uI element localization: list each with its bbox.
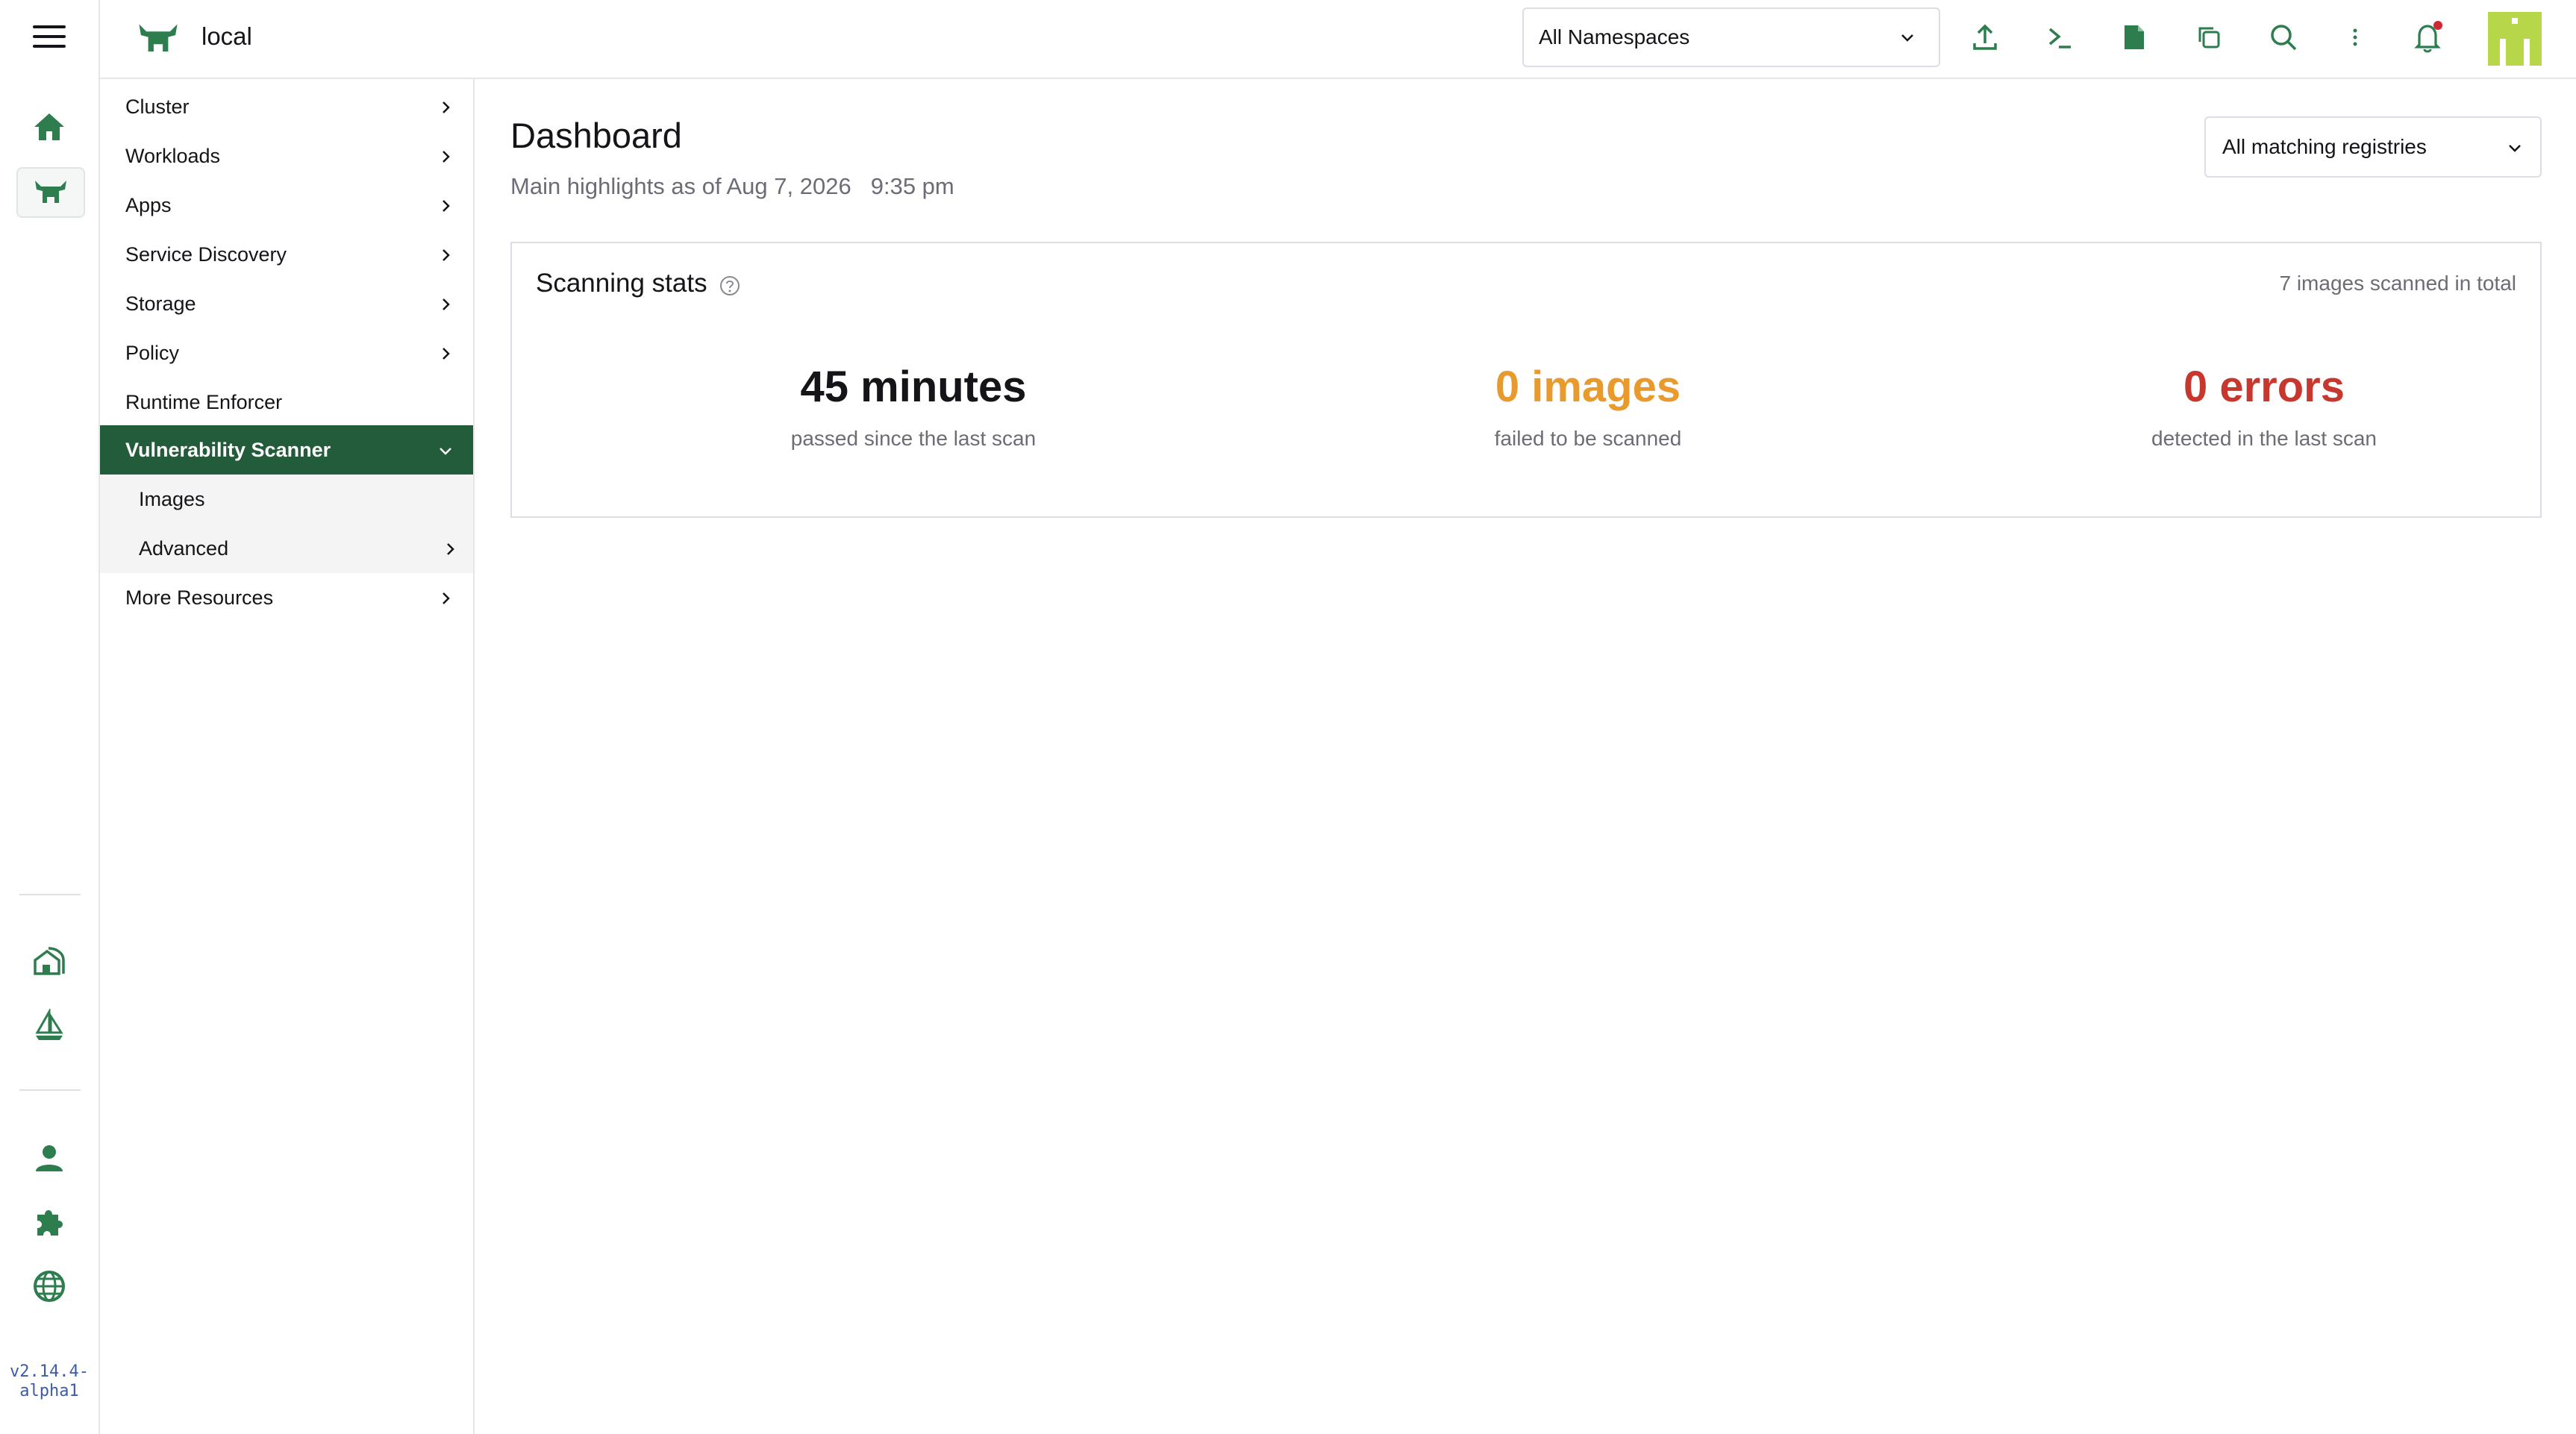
cluster-logo-icon bbox=[137, 19, 179, 58]
stat-errors: 0 errors detected in the last scan bbox=[2040, 363, 2488, 451]
stat-failed-images: 0 images failed to be scanned bbox=[1364, 363, 1812, 451]
namespace-select-value: All Namespaces bbox=[1539, 25, 1690, 48]
chevron-right-icon bbox=[437, 245, 454, 269]
chevron-right-icon bbox=[437, 196, 454, 219]
stat-value: 45 minutes bbox=[800, 363, 1027, 411]
stat-label: passed since the last scan bbox=[790, 427, 1037, 450]
cluster-name: local bbox=[201, 22, 252, 50]
rail-divider bbox=[19, 1089, 81, 1091]
extensions-puzzle-icon[interactable] bbox=[16, 1198, 82, 1246]
search-icon[interactable] bbox=[2267, 21, 2300, 54]
nav-item-label: Storage bbox=[125, 292, 196, 315]
chevron-right-icon bbox=[437, 98, 454, 121]
more-actions-icon[interactable] bbox=[2339, 21, 2372, 54]
nav-item-label: Images bbox=[139, 487, 205, 510]
chevron-down-icon bbox=[2506, 139, 2524, 163]
namespace-select[interactable]: All Namespaces bbox=[1522, 7, 1940, 67]
stat-label: failed to be scanned bbox=[1494, 427, 1682, 450]
chevron-right-icon bbox=[437, 295, 454, 318]
user-icon[interactable] bbox=[16, 1134, 82, 1182]
registry-select[interactable]: All matching registries bbox=[2204, 116, 2542, 178]
registry-select-value: All matching registries bbox=[2222, 135, 2427, 158]
chevron-right-icon bbox=[437, 344, 454, 367]
cluster-local-icon[interactable] bbox=[16, 167, 85, 218]
stat-value: 0 errors bbox=[2183, 363, 2345, 411]
nav-item-images[interactable]: Images bbox=[100, 475, 473, 524]
kubectl-shell-icon[interactable] bbox=[2043, 21, 2076, 54]
chevron-right-icon bbox=[437, 589, 454, 612]
nav-item-runtime-enforcer[interactable]: Runtime Enforcer bbox=[100, 378, 473, 427]
nav-item-label: Apps bbox=[125, 193, 172, 216]
version-label: v2.14.4-alpha1 bbox=[10, 1362, 89, 1400]
subtitle-date: Main highlights as of Aug 7, 2026 bbox=[510, 173, 851, 199]
subtitle-time: 9:35 pm bbox=[870, 173, 954, 199]
fleet-icon[interactable] bbox=[16, 937, 82, 985]
nav-item-label: Service Discovery bbox=[125, 242, 287, 266]
menu-icon[interactable] bbox=[33, 25, 66, 49]
nav-item-label: Policy bbox=[125, 341, 180, 364]
nav-item-more-resources[interactable]: More Resources bbox=[100, 573, 473, 622]
nav-item-label: Vulnerability Scanner bbox=[125, 438, 331, 461]
nav-item-label: Runtime Enforcer bbox=[125, 390, 283, 413]
download-kubeconfig-file-icon[interactable] bbox=[2118, 21, 2151, 54]
chevron-right-icon bbox=[442, 539, 458, 563]
nav-item-advanced[interactable]: Advanced bbox=[100, 524, 473, 573]
nav-item-service-discovery[interactable]: Service Discovery bbox=[100, 230, 473, 279]
nav-item-label: Cluster bbox=[125, 95, 190, 118]
main-content: Dashboard Main highlights as of Aug 7, 2… bbox=[475, 79, 2576, 1434]
nav-item-label: Advanced bbox=[139, 536, 229, 560]
sail-icon[interactable] bbox=[16, 1001, 82, 1049]
page-subtitle: Main highlights as of Aug 7, 2026 9:35 pm bbox=[510, 173, 954, 200]
app-root: v2.14.4-alpha1 local All Namespaces Clus… bbox=[0, 0, 2576, 1434]
rail-divider bbox=[19, 894, 81, 895]
chevron-down-icon bbox=[437, 441, 454, 464]
nav-item-storage[interactable]: Storage bbox=[100, 279, 473, 328]
chevron-right-icon bbox=[437, 147, 454, 170]
notifications-bell-icon[interactable] bbox=[2412, 21, 2445, 54]
home-icon[interactable] bbox=[16, 103, 82, 151]
nav-item-cluster[interactable]: Cluster bbox=[100, 82, 473, 131]
help-icon[interactable] bbox=[719, 273, 740, 295]
nav-item-label: More Resources bbox=[125, 586, 274, 609]
nav-item-policy[interactable]: Policy bbox=[100, 328, 473, 378]
import-yaml-upload-icon[interactable] bbox=[1969, 21, 2001, 54]
stat-label: detected in the last scan bbox=[2151, 427, 2377, 450]
scanning-stats-title: Scanning stats bbox=[536, 269, 740, 298]
scanning-stats-card: Scanning stats 7 images scanned in total… bbox=[510, 242, 2542, 518]
nav-item-workloads[interactable]: Workloads bbox=[100, 131, 473, 181]
nav-item-vulnerability-scanner[interactable]: Vulnerability Scanner bbox=[100, 425, 473, 475]
stat-last-scan: 45 minutes passed since the last scan bbox=[690, 363, 1137, 451]
side-nav: Cluster Workloads Apps Service Discovery… bbox=[100, 79, 475, 1434]
nav-item-apps[interactable]: Apps bbox=[100, 181, 473, 230]
globe-icon[interactable] bbox=[16, 1262, 82, 1310]
stat-value: 0 images bbox=[1495, 363, 1681, 411]
copy-kubeconfig-icon[interactable] bbox=[2192, 21, 2225, 54]
left-rail: v2.14.4-alpha1 bbox=[0, 0, 100, 1434]
scanning-stats-total: 7 images scanned in total bbox=[2279, 272, 2516, 295]
top-header: local All Namespaces bbox=[100, 0, 2576, 79]
page-title: Dashboard bbox=[510, 116, 682, 155]
nav-item-label: Workloads bbox=[125, 144, 221, 167]
scanning-stats-title-text: Scanning stats bbox=[536, 269, 707, 298]
user-avatar[interactable] bbox=[2488, 12, 2542, 66]
chevron-down-icon bbox=[1898, 28, 1916, 52]
